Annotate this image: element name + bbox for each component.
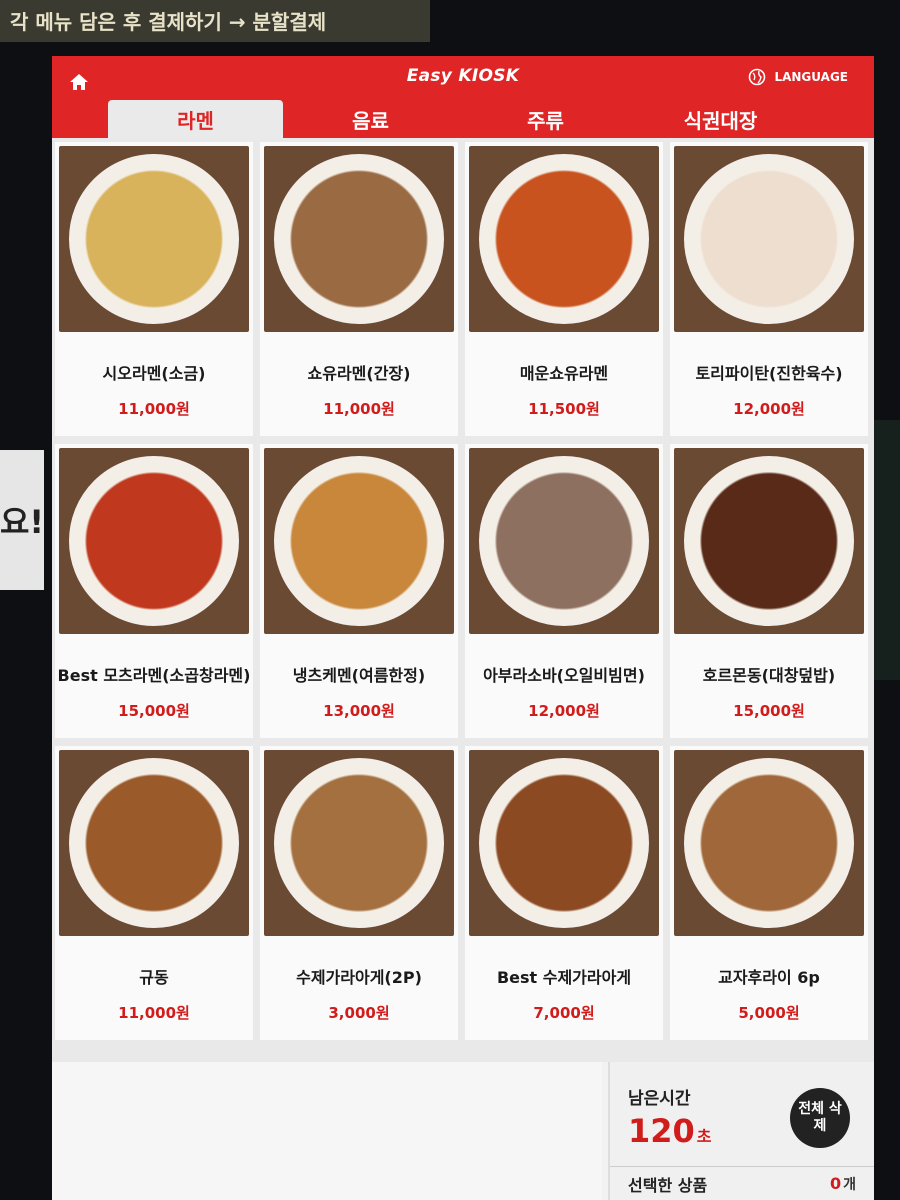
menu-item-photo (59, 146, 249, 332)
menu-item-photo (674, 146, 864, 332)
menu-item-name: 쇼유라멘(간장) (307, 364, 411, 383)
menu-item-name: 토리파이탄(진한육수) (695, 364, 843, 383)
menu-item-photo (469, 146, 659, 332)
menu-item-price: 12,000원 (528, 702, 600, 720)
menu-item-card[interactable]: 쇼유라멘(간장) 11,000원 (260, 142, 458, 436)
selected-items-count: 0개 (830, 1174, 856, 1194)
menu-grid: 시오라멘(소금) 11,000원 쇼유라멘(간장) 11,000원 매운쇼유라멘… (52, 142, 874, 1040)
clear-all-button[interactable]: 전체 삭제 (790, 1088, 850, 1148)
menu-item-name: Best 모츠라멘(소곱창라멘) (57, 666, 251, 685)
header: Easy KIOSK LANGUAGE 라멘 음료 주류 식권대장 (52, 56, 874, 138)
menu-item-photo (59, 448, 249, 634)
remaining-time-value: 120 (628, 1112, 695, 1150)
menu-item-price: 11,000원 (323, 400, 395, 418)
menu-item-name: 아부라소바(오일비빔면) (483, 666, 645, 685)
menu-item-photo (674, 448, 864, 634)
menu-item-price: 7,000원 (533, 1004, 595, 1022)
selected-items-row: 선택한 상품 0개 (610, 1166, 874, 1200)
menu-item-card[interactable]: 매운쇼유라멘 11,500원 (465, 142, 663, 436)
tab-alcohol[interactable]: 주류 (458, 100, 633, 138)
menu-item-photo (469, 750, 659, 936)
menu-item-price: 3,000원 (328, 1004, 390, 1022)
language-label: LANGUAGE (774, 70, 848, 84)
sign-strip: 각 메뉴 담은 후 결제하기 → 분할결제 (0, 0, 430, 42)
menu-item-price: 11,500원 (528, 400, 600, 418)
menu-item-price: 11,000원 (118, 400, 190, 418)
menu-item-name: 매운쇼유라멘 (519, 364, 609, 383)
menu-item-price: 5,000원 (738, 1004, 800, 1022)
menu-item-photo (264, 448, 454, 634)
globe-icon (749, 68, 766, 86)
menu-item-card[interactable]: 호르몬동(대창덮밥) 15,000원 (670, 444, 868, 738)
sign-text: 각 메뉴 담은 후 결제하기 → 분할결제 (10, 10, 327, 34)
remaining-time: 120 초 (628, 1112, 712, 1150)
tab-ramen[interactable]: 라멘 (108, 100, 283, 138)
selected-count-value: 0 (829, 1173, 842, 1193)
order-footer: 남은시간 120 초 전체 삭제 선택한 상품 0개 (52, 1062, 874, 1200)
menu-item-price: 13,000원 (323, 702, 395, 720)
menu-item-name: Best 수제가라아게 (496, 968, 632, 987)
cart-area (52, 1062, 602, 1200)
menu-item-price: 15,000원 (733, 702, 805, 720)
menu-item-name: 수제가라아게(2P) (296, 968, 422, 987)
menu-item-card[interactable]: 시오라멘(소금) 11,000원 (55, 142, 253, 436)
menu-item-name: 호르몬동(대창덮밥) (702, 666, 836, 685)
menu-item-photo (469, 448, 659, 634)
side-note: 요! (0, 450, 44, 590)
order-summary-panel: 남은시간 120 초 전체 삭제 선택한 상품 0개 (608, 1062, 874, 1200)
menu-item-photo (59, 750, 249, 936)
language-button[interactable]: LANGUAGE (748, 68, 848, 86)
menu-item-card[interactable]: 수제가라아게(2P) 3,000원 (260, 746, 458, 1040)
selected-count-unit: 개 (843, 1176, 856, 1193)
selected-items-label: 선택한 상품 (628, 1175, 708, 1195)
menu-item-photo (674, 750, 864, 936)
tab-meal-voucher[interactable]: 식권대장 (633, 100, 808, 138)
remaining-time-label: 남은시간 (628, 1089, 691, 1109)
menu-item-photo (264, 146, 454, 332)
menu-item-name: 냉츠케멘(여름한정) (292, 666, 426, 685)
menu-item-price: 11,000원 (118, 1004, 190, 1022)
menu-item-card[interactable]: Best 모츠라멘(소곱창라멘) 15,000원 (55, 444, 253, 738)
menu-item-name: 규동 (139, 968, 169, 987)
menu-item-card[interactable]: 규동 11,000원 (55, 746, 253, 1040)
tab-drinks[interactable]: 음료 (283, 100, 458, 138)
menu-item-card[interactable]: 교자후라이 6p 5,000원 (670, 746, 868, 1040)
menu-item-photo (264, 750, 454, 936)
category-tabs: 라멘 음료 주류 식권대장 (108, 100, 808, 138)
menu-item-card[interactable]: Best 수제가라아게 7,000원 (465, 746, 663, 1040)
side-note-text: 요! (0, 503, 45, 541)
menu-item-card[interactable]: 아부라소바(오일비빔면) 12,000원 (465, 444, 663, 738)
menu-item-card[interactable]: 냉츠케멘(여름한정) 13,000원 (260, 444, 458, 738)
menu-item-price: 12,000원 (733, 400, 805, 418)
menu-item-name: 시오라멘(소금) (102, 364, 206, 383)
menu-item-card[interactable]: 토리파이탄(진한육수) 12,000원 (670, 142, 868, 436)
kiosk-screen: Easy KIOSK LANGUAGE 라멘 음료 주류 식권대장 시오라멘(소… (52, 56, 874, 1200)
menu-item-price: 15,000원 (118, 702, 190, 720)
menu-item-name: 교자후라이 6p (718, 968, 820, 987)
remaining-time-unit: 초 (696, 1127, 712, 1146)
